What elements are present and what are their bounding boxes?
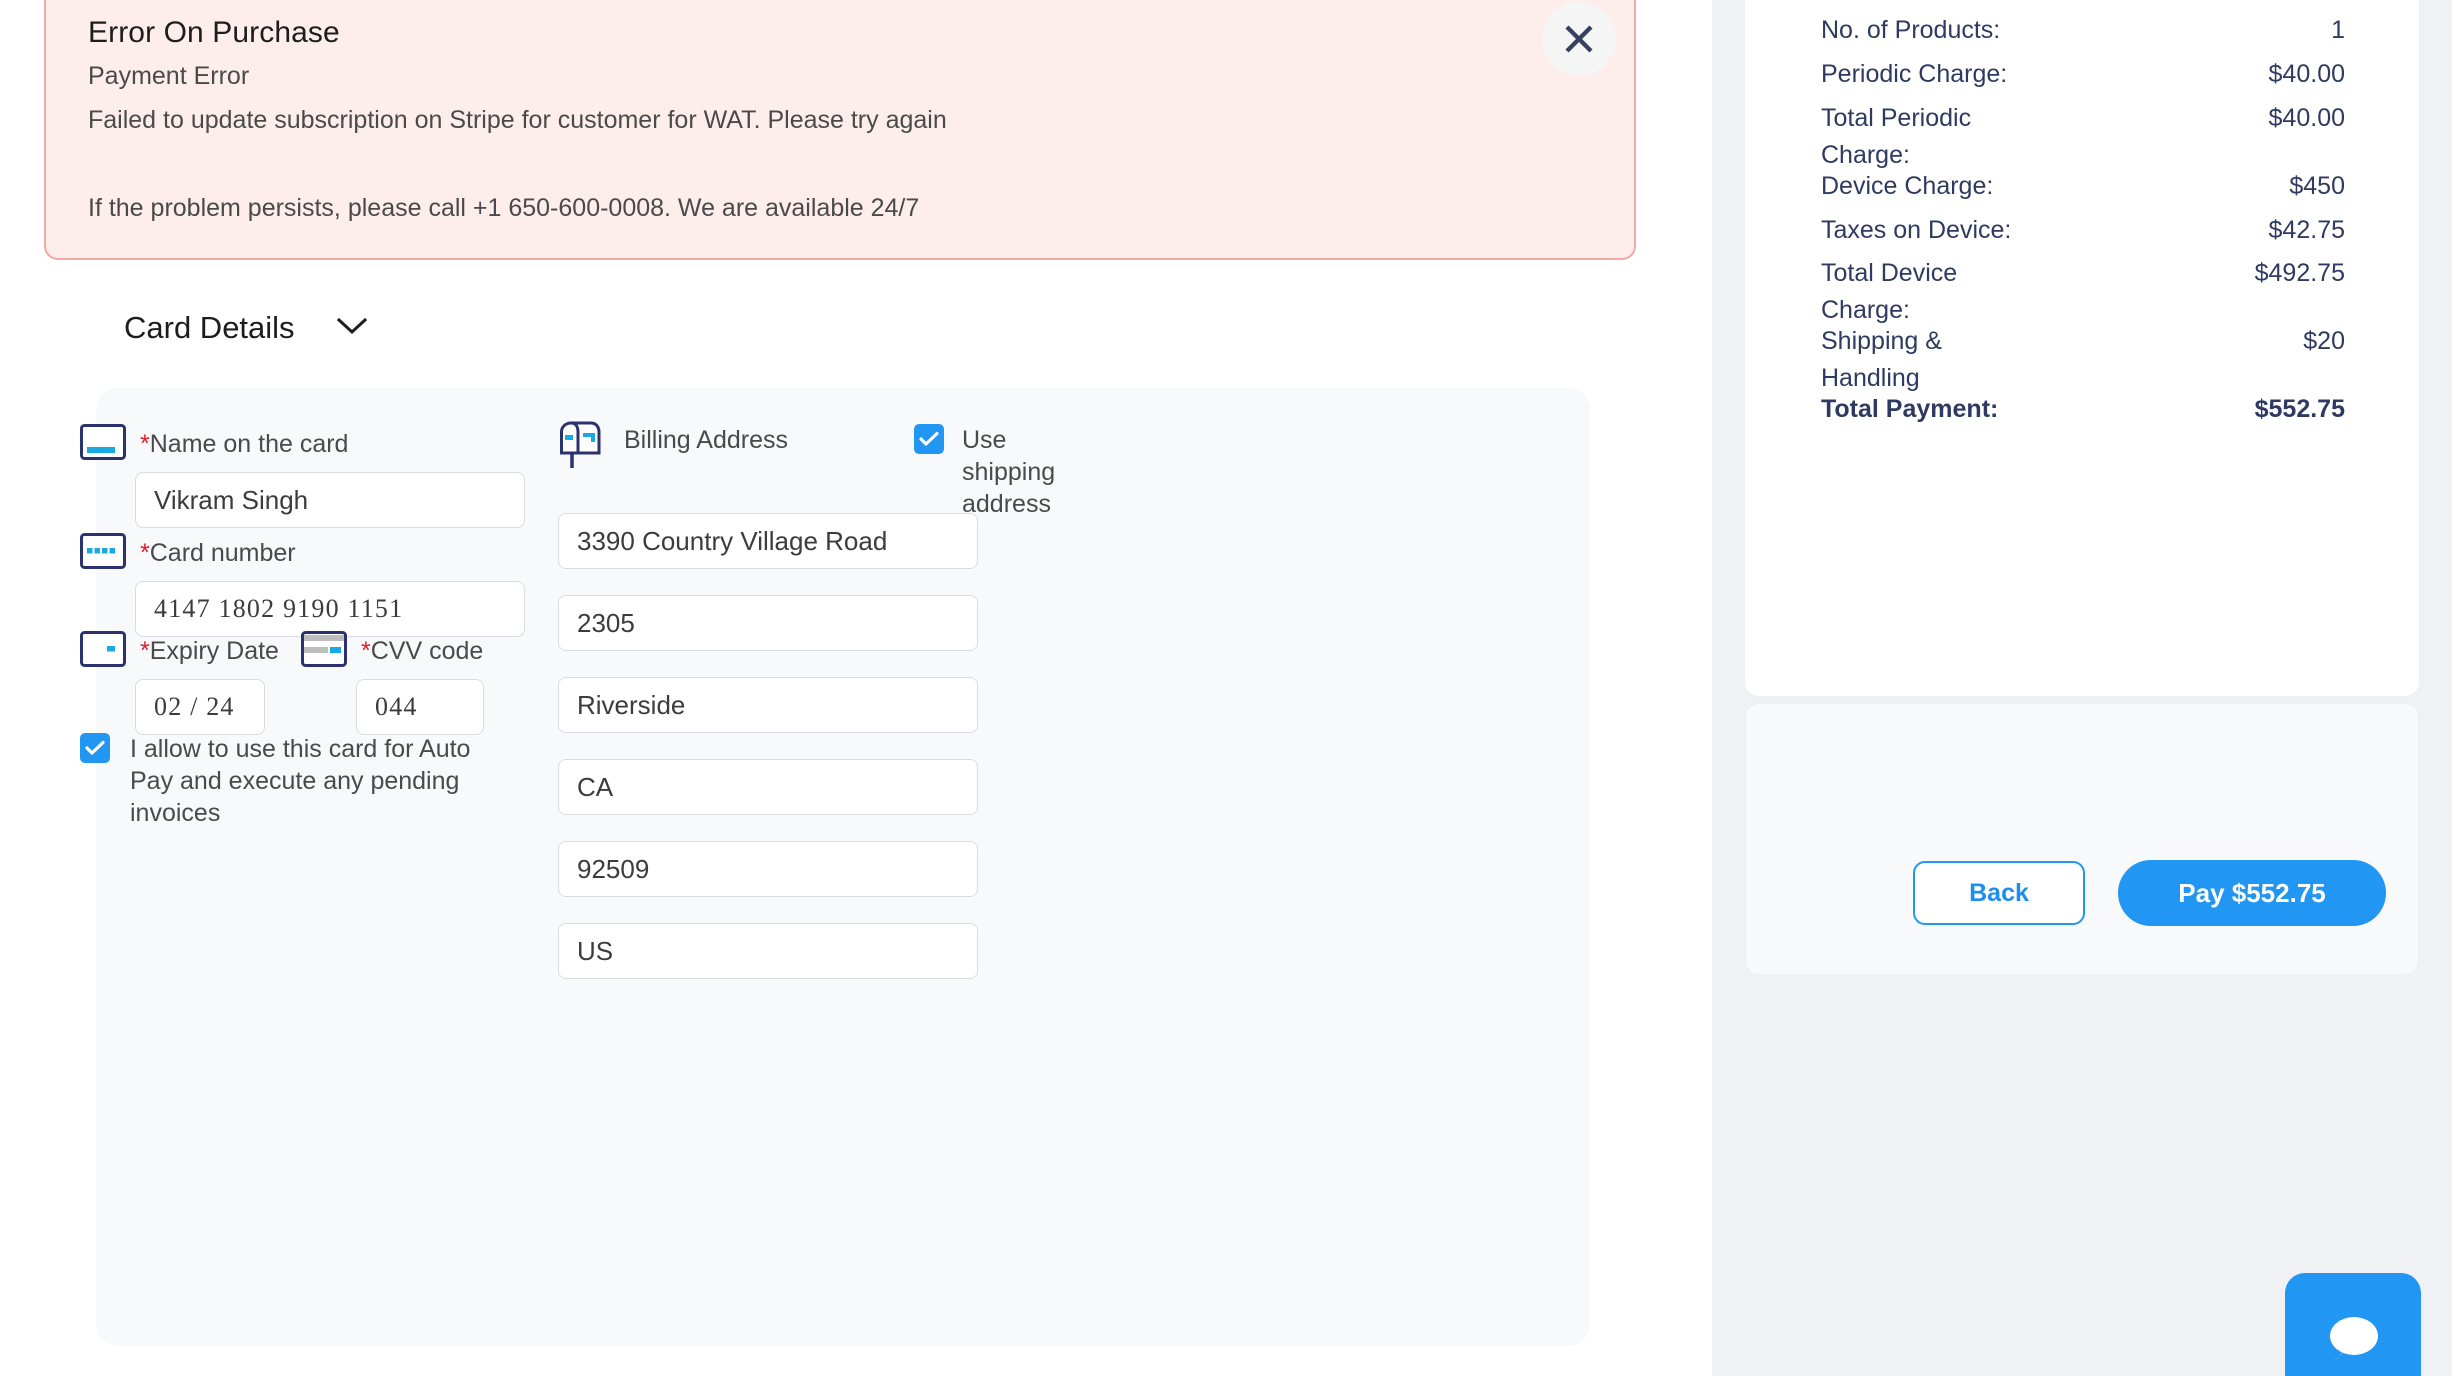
billing-address-section: Billing Address Use shipping address: [558, 418, 998, 477]
error-message: Failed to update subscription on Stripe …: [88, 106, 947, 135]
error-banner: Error On Purchase Payment Error Failed t…: [44, 0, 1636, 260]
error-close-button[interactable]: [1542, 2, 1616, 76]
checkmark-icon: [85, 740, 105, 756]
summary-row: Total Device Charge: $492.75: [1821, 255, 2345, 329]
summary-row: Shipping & Handling $20: [1821, 323, 2345, 397]
billing-street-input[interactable]: [558, 513, 978, 569]
name-on-card-input[interactable]: [135, 472, 525, 528]
field-expiry-date: *Expiry Date: [80, 631, 279, 735]
field-label-expiry-date: *Expiry Date: [140, 637, 279, 666]
chat-bubble-icon: [2323, 1312, 2383, 1371]
card-number-input[interactable]: [135, 581, 525, 637]
autopay-consent-row[interactable]: I allow to use this card for Auto Pay an…: [80, 733, 500, 829]
error-help-text: If the problem persists, please call +1 …: [88, 194, 919, 223]
summary-row: Total Periodic Charge: $40.00: [1821, 100, 2345, 174]
card-number-icon: [80, 533, 126, 574]
card-details-header[interactable]: Card Details: [124, 310, 367, 346]
field-label-name-on-card: *Name on the card: [140, 430, 348, 459]
billing-address-title: Billing Address: [624, 426, 788, 455]
summary-row: Taxes on Device: $42.75: [1821, 212, 2345, 249]
billing-unit-input[interactable]: [558, 595, 978, 651]
use-shipping-address-label: Use shipping address: [962, 424, 1094, 520]
use-shipping-address-checkbox[interactable]: [914, 424, 944, 454]
required-asterisk: *: [140, 430, 150, 458]
card-details-form: *Name on the card *Card number: [96, 388, 1590, 1346]
billing-zip-input[interactable]: [558, 841, 978, 897]
back-button[interactable]: Back: [1913, 861, 2085, 925]
use-shipping-address-row[interactable]: Use shipping address: [914, 424, 1094, 520]
card-expiry-icon: [80, 631, 126, 672]
chat-support-button[interactable]: [2285, 1273, 2421, 1376]
payment-checkout-page: Error On Purchase Payment Error Failed t…: [0, 0, 2452, 1376]
card-details-title: Card Details: [124, 310, 295, 346]
field-cvv-code: *CVV code: [301, 631, 484, 735]
billing-country-input[interactable]: [558, 923, 978, 979]
summary-row: Device Charge: $450: [1821, 168, 2345, 205]
field-card-number: *Card number: [80, 533, 525, 637]
autopay-consent-label: I allow to use this card for Auto Pay an…: [130, 733, 500, 829]
card-name-icon: [80, 424, 126, 465]
checkout-actions: Back Pay $552.75: [1745, 703, 2419, 975]
field-name-on-card: *Name on the card: [80, 424, 525, 528]
error-subtitle: Payment Error: [88, 62, 249, 91]
expiry-date-input[interactable]: [135, 679, 265, 735]
chevron-down-icon[interactable]: [337, 317, 367, 340]
summary-row: No. of Products: 1: [1821, 12, 2345, 49]
order-summary-card: No. of Products: 1 Periodic Charge: $40.…: [1745, 0, 2419, 696]
summary-row: Periodic Charge: $40.00: [1821, 56, 2345, 93]
close-x-icon: [1562, 22, 1596, 56]
pay-button[interactable]: Pay $552.75: [2118, 860, 2386, 926]
billing-city-input[interactable]: [558, 677, 978, 733]
billing-state-input[interactable]: [558, 759, 978, 815]
field-label-cvv-code: *CVV code: [361, 637, 483, 666]
autopay-checkbox[interactable]: [80, 733, 110, 763]
mailbox-icon: [558, 420, 602, 477]
field-label-card-number: *Card number: [140, 539, 296, 568]
cvv-code-input[interactable]: [356, 679, 484, 735]
checkmark-icon: [919, 431, 939, 447]
error-title: Error On Purchase: [88, 16, 340, 50]
card-cvv-icon: [301, 631, 347, 672]
summary-row-total: Total Payment: $552.75: [1821, 391, 2345, 428]
